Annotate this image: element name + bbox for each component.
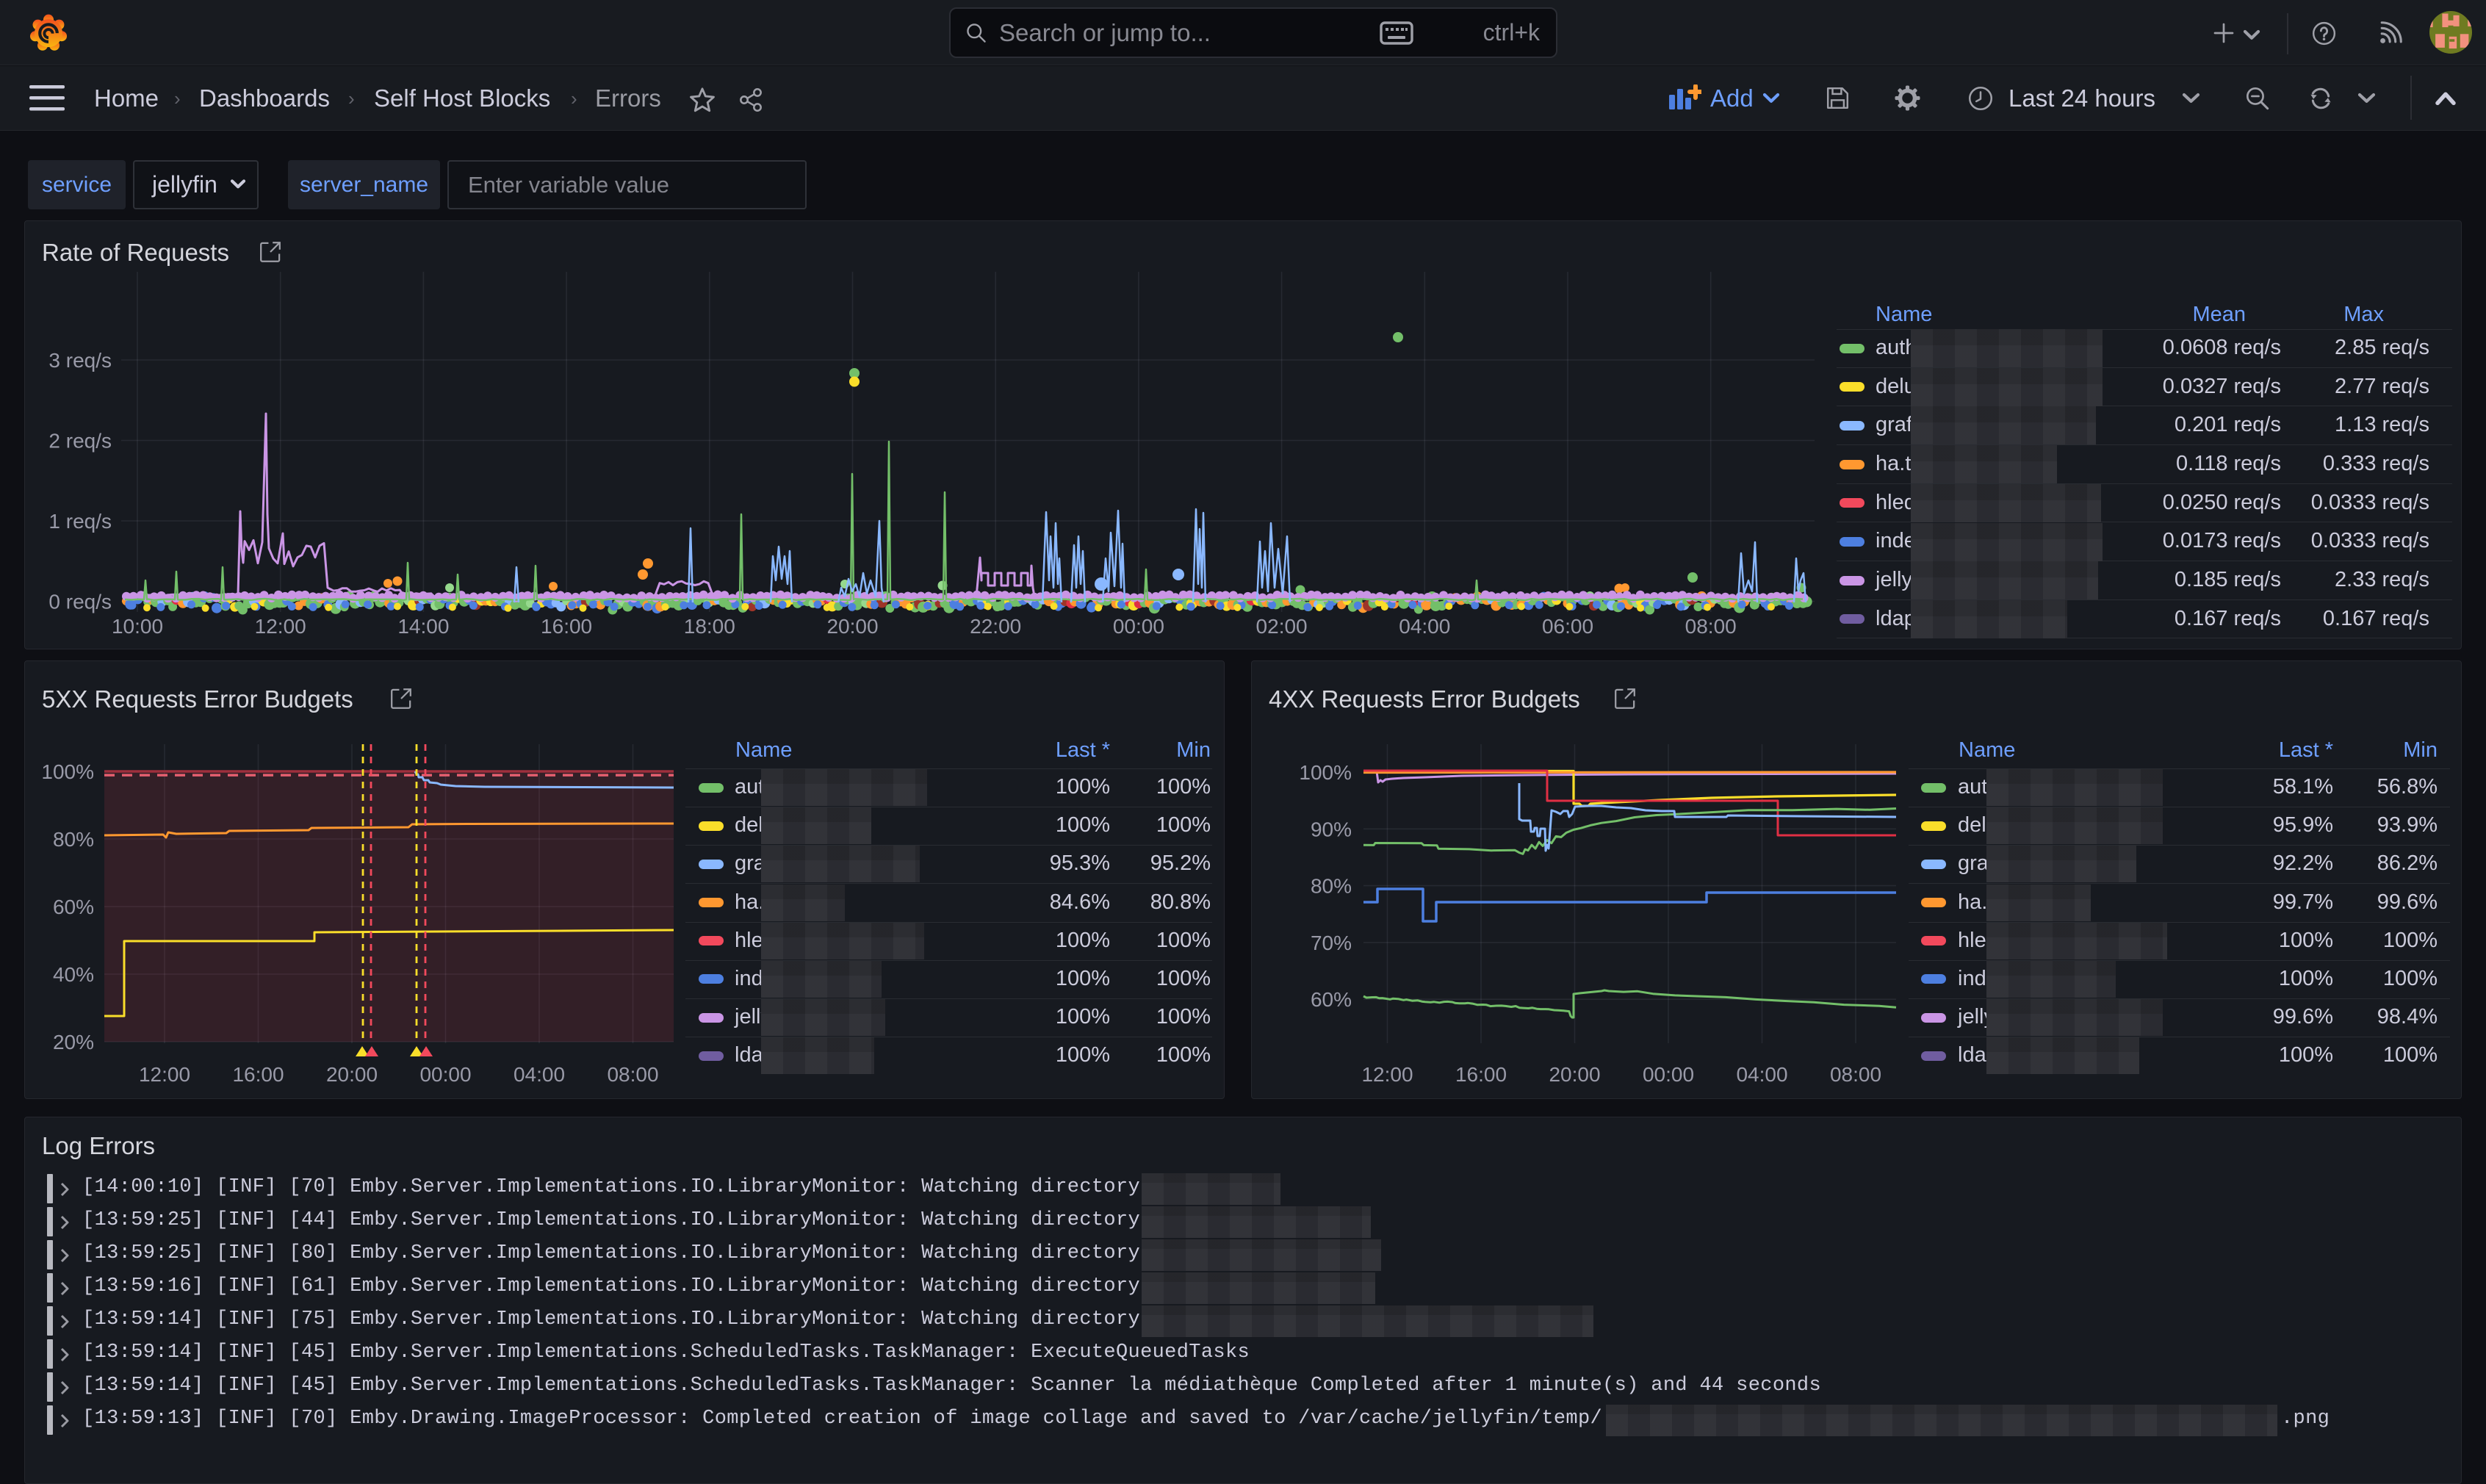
svg-text:08:00: 08:00 [1830,1063,1881,1086]
svg-text:3 req/s: 3 req/s [48,349,112,372]
svg-text:00:00: 00:00 [1643,1063,1694,1086]
svg-text:100%: 100% [1299,761,1352,784]
svg-text:22:00: 22:00 [970,615,1021,638]
svg-text:04:00: 04:00 [1736,1063,1787,1086]
svg-text:100%: 100% [41,760,94,783]
svg-text:60%: 60% [53,896,94,918]
svg-text:18:00: 18:00 [684,615,735,638]
svg-text:06:00: 06:00 [1542,615,1593,638]
svg-text:10:00: 10:00 [112,615,163,638]
svg-text:08:00: 08:00 [1685,615,1737,638]
svg-text:02:00: 02:00 [1256,615,1308,638]
svg-text:40%: 40% [53,963,94,986]
svg-text:08:00: 08:00 [607,1063,658,1086]
svg-text:04:00: 04:00 [1399,615,1450,638]
svg-text:2 req/s: 2 req/s [48,430,112,453]
svg-text:20:00: 20:00 [826,615,878,638]
svg-text:1 req/s: 1 req/s [48,510,112,533]
svg-text:12:00: 12:00 [1361,1063,1413,1086]
svg-text:80%: 80% [53,828,94,851]
svg-text:0 req/s: 0 req/s [48,591,112,613]
svg-text:90%: 90% [1311,818,1352,840]
svg-text:70%: 70% [1311,932,1352,954]
svg-text:04:00: 04:00 [514,1063,565,1086]
svg-text:20%: 20% [53,1031,94,1053]
svg-text:12:00: 12:00 [255,615,306,638]
svg-text:20:00: 20:00 [326,1063,378,1086]
svg-text:60%: 60% [1311,988,1352,1011]
svg-text:80%: 80% [1311,875,1352,898]
svg-text:00:00: 00:00 [1113,615,1164,638]
svg-text:12:00: 12:00 [139,1063,190,1086]
svg-text:00:00: 00:00 [419,1063,471,1086]
svg-text:16:00: 16:00 [541,615,592,638]
svg-text:14:00: 14:00 [397,615,449,638]
svg-text:16:00: 16:00 [1455,1063,1507,1086]
svg-text:16:00: 16:00 [232,1063,284,1086]
svg-text:20:00: 20:00 [1549,1063,1600,1086]
